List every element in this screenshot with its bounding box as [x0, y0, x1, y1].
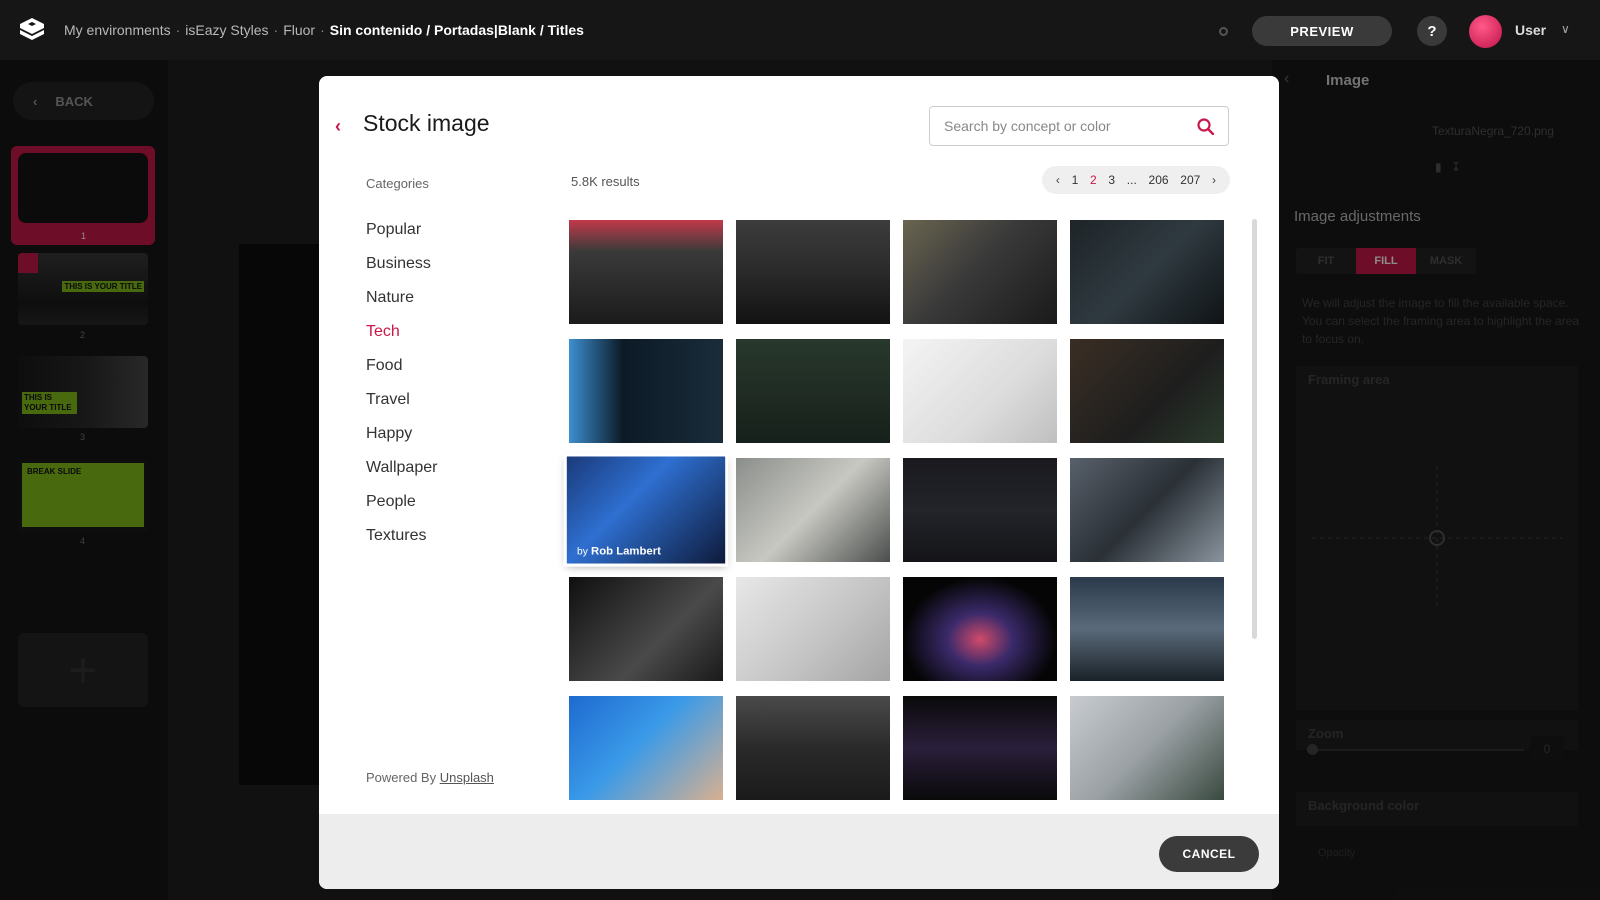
stock-image-thumb[interactable] [569, 339, 723, 443]
stock-image-thumb[interactable] [1070, 220, 1224, 324]
category-item[interactable]: Travel [366, 390, 437, 424]
category-item[interactable]: Nature [366, 288, 437, 322]
category-item[interactable]: Happy [366, 424, 437, 458]
stock-image-thumb[interactable] [903, 220, 1057, 324]
top-bar: My environments · isEazy Styles · Fluor · Sin … [0, 0, 1600, 60]
page-link[interactable]: 3 [1108, 173, 1115, 187]
modal-footer: CANCEL [319, 814, 1279, 889]
chevron-right-icon[interactable]: › [1212, 173, 1216, 187]
stock-image-thumb[interactable] [736, 339, 890, 443]
grid-scrollbar[interactable] [1252, 219, 1257, 639]
page-link[interactable]: 206 [1149, 173, 1169, 187]
search-input[interactable] [944, 118, 1184, 134]
stock-image-thumb[interactable] [736, 458, 890, 562]
stock-image-thumb[interactable] [569, 696, 723, 800]
stock-image-thumb[interactable] [569, 220, 723, 324]
category-item[interactable]: Food [366, 356, 437, 390]
breadcrumb-current-path: Sin contenido / Portadas|Blank / Titles [329, 22, 584, 38]
breadcrumb-theme[interactable]: Fluor [283, 22, 315, 38]
page-link[interactable]: 1 [1072, 173, 1079, 187]
pagination: ‹ 1 2 3 ... 206 207 › [1042, 166, 1230, 194]
category-item-active[interactable]: Tech [366, 322, 437, 356]
chevron-left-icon[interactable]: ‹ [335, 116, 341, 137]
stock-image-thumb[interactable] [736, 696, 890, 800]
stock-image-thumb[interactable] [1070, 339, 1224, 443]
category-item[interactable]: Wallpaper [366, 458, 437, 492]
chevron-down-icon[interactable]: ∨ [1561, 22, 1570, 36]
user-name[interactable]: User [1515, 22, 1546, 38]
category-item[interactable]: Popular [366, 220, 437, 254]
stock-image-thumb[interactable] [569, 577, 723, 681]
avatar[interactable] [1469, 15, 1502, 48]
breadcrumb-environments[interactable]: My environments [64, 22, 171, 38]
page-link[interactable]: 207 [1180, 173, 1200, 187]
stock-image-thumb[interactable] [903, 458, 1057, 562]
stock-image-thumb-hovered[interactable]: by Rob Lambert [563, 453, 729, 567]
stock-image-modal: ‹ Stock image Categories Popular Busines… [319, 76, 1279, 889]
stock-image-thumb[interactable] [1070, 458, 1224, 562]
category-item[interactable]: Business [366, 254, 437, 288]
search-icon[interactable] [1197, 118, 1214, 135]
cancel-button[interactable]: CANCEL [1159, 836, 1259, 872]
page-ellipsis: ... [1126, 173, 1137, 187]
page-link-current[interactable]: 2 [1090, 173, 1097, 187]
unsplash-link[interactable]: Unsplash [440, 770, 494, 785]
stock-image-thumb[interactable] [736, 577, 890, 681]
search-field[interactable] [929, 106, 1229, 146]
stock-image-thumb[interactable] [1070, 696, 1224, 800]
preview-button[interactable]: PREVIEW [1252, 16, 1392, 46]
category-list: Popular Business Nature Tech Food Travel… [366, 220, 437, 560]
category-item[interactable]: People [366, 492, 437, 526]
breadcrumb: My environments · isEazy Styles · Fluor · Sin … [64, 22, 584, 38]
categories-label: Categories [366, 176, 429, 191]
save-status-icon [1219, 27, 1228, 36]
chevron-left-icon[interactable]: ‹ [1056, 173, 1060, 187]
app-logo-icon[interactable] [18, 16, 46, 42]
category-item[interactable]: Textures [366, 526, 437, 560]
stock-image-thumb[interactable] [736, 220, 890, 324]
results-count: 5.8K results [571, 174, 640, 189]
photo-credit[interactable]: by Rob Lambert [577, 545, 661, 557]
breadcrumb-style[interactable]: isEazy Styles [185, 22, 268, 38]
stock-image-thumb[interactable] [903, 339, 1057, 443]
stock-image-thumb[interactable] [1070, 577, 1224, 681]
modal-title: Stock image [363, 110, 490, 136]
stock-image-thumb[interactable] [903, 696, 1057, 800]
powered-by: Powered By Unsplash [366, 770, 494, 785]
help-button[interactable]: ? [1417, 16, 1447, 46]
stock-image-thumb[interactable] [903, 577, 1057, 681]
